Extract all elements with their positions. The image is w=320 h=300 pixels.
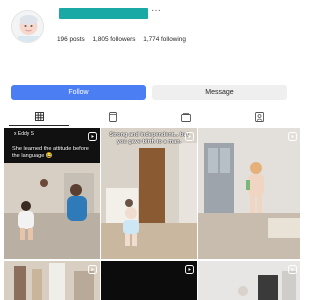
post-grid: x Eddy S She learned the attitude before… bbox=[0, 128, 300, 300]
reel-icon bbox=[88, 265, 97, 274]
post-account: x Eddy S bbox=[14, 131, 35, 137]
reel-icon bbox=[288, 132, 297, 141]
post-thumbnail bbox=[101, 128, 197, 259]
avatar[interactable] bbox=[11, 10, 44, 43]
follow-button[interactable]: Follow bbox=[11, 85, 146, 100]
post-caption: Strong and independent... but you gave b… bbox=[109, 132, 189, 145]
post-thumbnail bbox=[198, 128, 300, 259]
post-tile[interactable] bbox=[198, 128, 300, 259]
reels-icon bbox=[109, 112, 117, 122]
tab-tagged[interactable] bbox=[229, 108, 289, 126]
post-tile[interactable] bbox=[198, 261, 300, 300]
post-tile[interactable]: Strong and independent... but you gave b… bbox=[101, 128, 197, 259]
username-redacted bbox=[59, 8, 148, 19]
post-thumbnail bbox=[198, 261, 300, 300]
following-count[interactable]: 1,774 following bbox=[143, 36, 186, 43]
post-tile[interactable] bbox=[4, 261, 100, 300]
reel-icon bbox=[185, 132, 194, 141]
tab-reels[interactable] bbox=[83, 108, 143, 126]
guide-icon bbox=[181, 112, 191, 122]
profile-tabs bbox=[0, 108, 300, 126]
posts-count[interactable]: 196 posts bbox=[57, 36, 85, 43]
reel-icon bbox=[88, 132, 97, 141]
tab-guides[interactable] bbox=[156, 108, 216, 126]
message-button[interactable]: Message bbox=[152, 85, 287, 100]
profile-stats: 196 posts 1,805 followers 1,774 followin… bbox=[57, 36, 192, 43]
post-caption: She learned the attitude before the lang… bbox=[12, 146, 89, 159]
profile-header: ··· 196 posts 1,805 followers 1,774 foll… bbox=[0, 0, 300, 80]
avatar-image bbox=[12, 11, 43, 42]
grid-icon bbox=[34, 112, 44, 121]
reel-icon bbox=[185, 265, 194, 274]
ellipsis-icon[interactable]: ··· bbox=[151, 5, 161, 17]
post-tile[interactable]: x Eddy S She learned the attitude before… bbox=[4, 128, 100, 259]
followers-count[interactable]: 1,805 followers bbox=[93, 36, 136, 43]
post-thumbnail bbox=[101, 261, 197, 300]
reel-icon bbox=[288, 265, 297, 274]
post-tile[interactable] bbox=[101, 261, 197, 300]
post-thumbnail bbox=[4, 261, 100, 300]
tagged-icon bbox=[254, 112, 264, 122]
tab-posts[interactable] bbox=[9, 108, 69, 126]
